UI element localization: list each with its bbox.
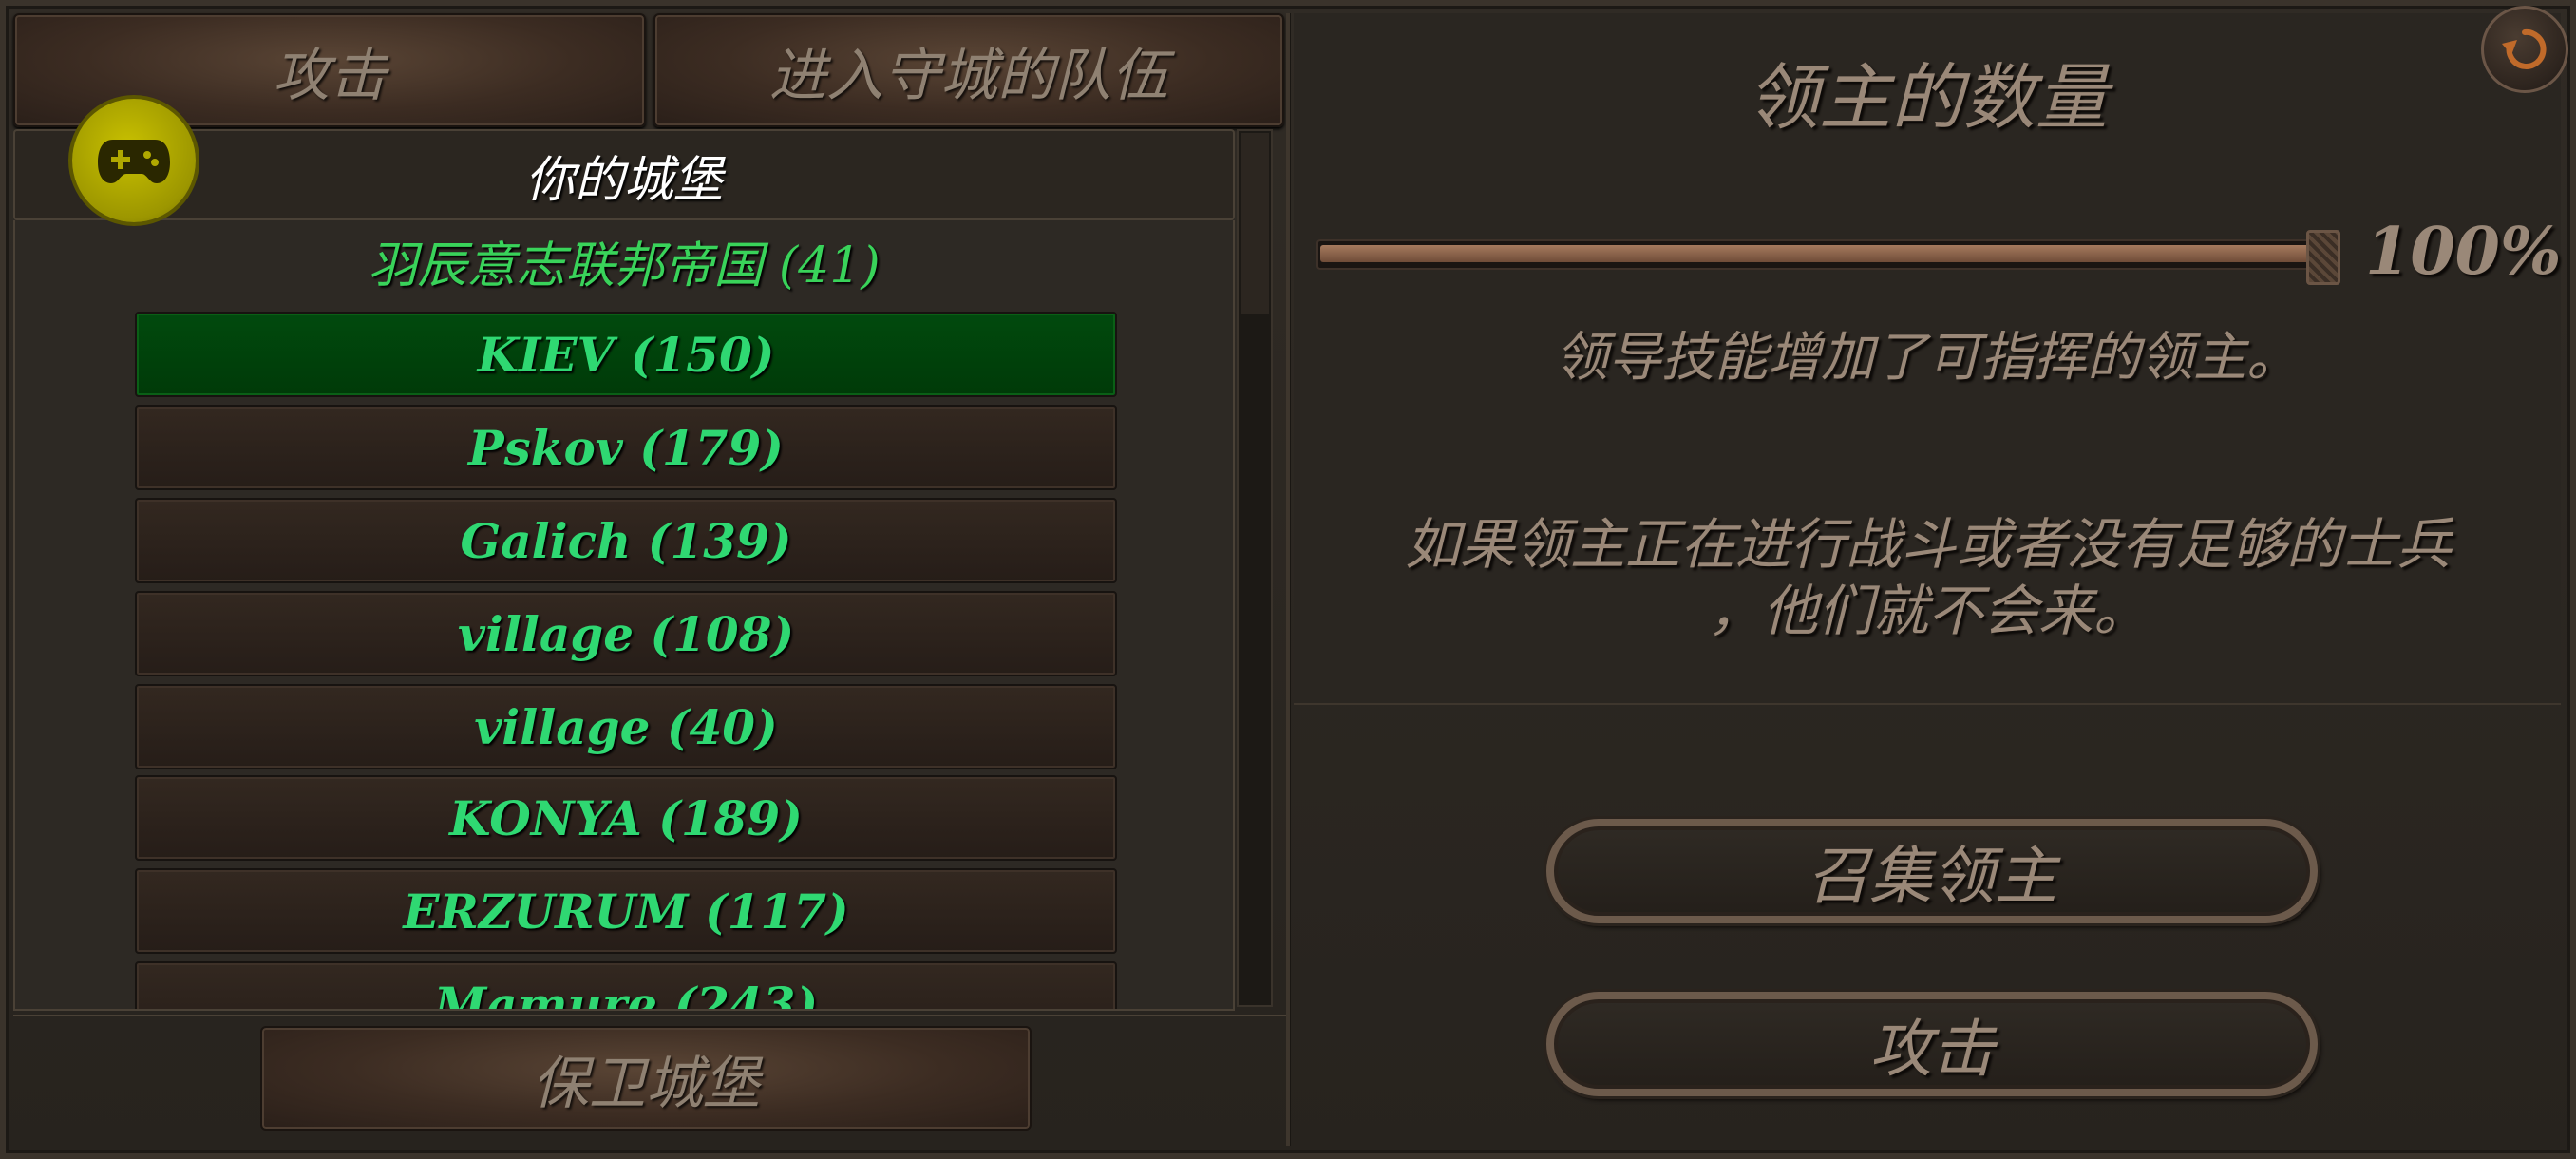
castle-item-erzurum[interactable]: ERZURUM (117) (135, 868, 1117, 954)
summon-lords-button[interactable]: 召集领主 (1546, 819, 2318, 923)
lords-slider-fill (1320, 245, 2320, 262)
castle-item-pskov[interactable]: Pskov (179) (135, 405, 1117, 490)
lords-count-title: 领主的数量 (1747, 55, 2108, 140)
castle-item-village-40[interactable]: village (40) (135, 684, 1117, 770)
back-arrow-icon[interactable] (2481, 6, 2568, 93)
lords-warning-line-1: 如果领主正在进行战斗或者没有足够的士兵 (1404, 512, 2452, 577)
panel-divider (1286, 13, 1290, 1146)
lords-percent-label: 100% (2365, 214, 2562, 290)
castle-item-village-108[interactable]: village (108) (135, 591, 1117, 676)
lords-warning-line-2: ，他们就不会来。 (1707, 579, 2149, 643)
scrollbar-thumb[interactable] (1241, 133, 1269, 314)
lords-warning-text: 如果领主正在进行战斗或者没有足够的士兵 ，他们就不会来。 (1320, 511, 2536, 654)
attack-button[interactable]: 攻击 (1546, 992, 2318, 1096)
castle-list: 羽辰意志联邦帝国 (41) KIEV (150) Pskov (179) Gal… (13, 220, 1235, 1011)
tab-defense-team[interactable]: 进入守城的队伍 (653, 13, 1284, 127)
castle-item-galich[interactable]: Galich (139) (135, 498, 1117, 583)
castle-header: 你的城堡 (13, 129, 1235, 220)
castle-item-kiev[interactable]: KIEV (150) (135, 312, 1117, 397)
lords-slider-track[interactable] (1316, 239, 2327, 270)
defend-castle-button[interactable]: 保卫城堡 (260, 1026, 1032, 1130)
lords-slider-handle[interactable] (2306, 230, 2340, 285)
castle-list-scrollbar[interactable] (1237, 129, 1273, 1007)
gamepad-icon[interactable] (72, 99, 196, 222)
empire-group-label: 羽辰意志联邦帝国 (41) (368, 237, 881, 294)
castle-item-mamure[interactable]: Mamure (243) (135, 961, 1117, 1009)
castle-item-konya[interactable]: KONYA (189) (135, 775, 1117, 861)
castle-list-title: 你的城堡 (524, 151, 723, 209)
leadership-description: 领导技能增加了可指挥的领主。 (1555, 326, 2300, 389)
